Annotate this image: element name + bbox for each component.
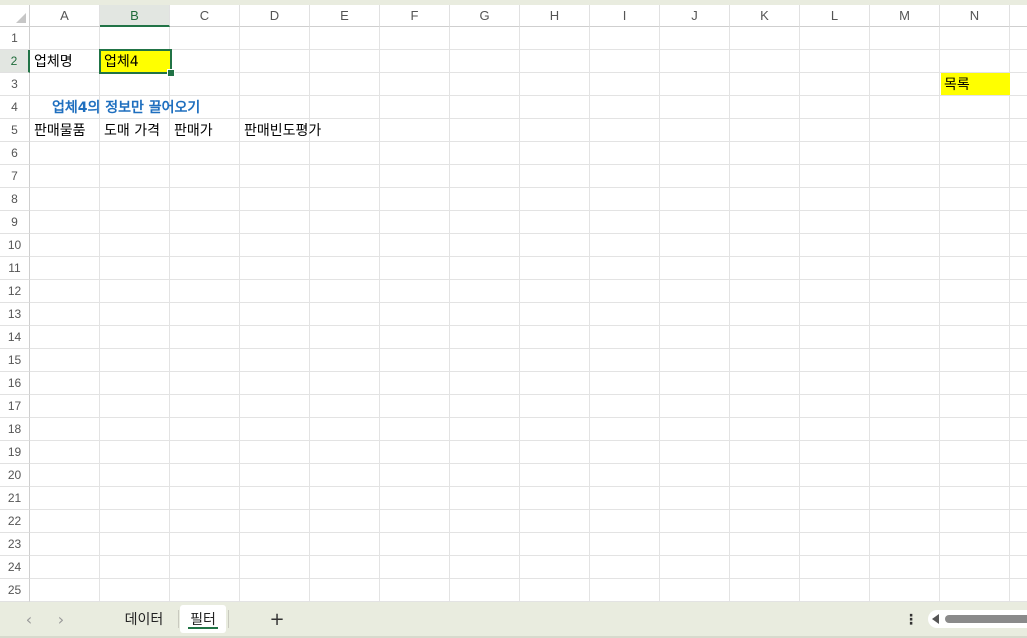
row-header-6[interactable]: 6 [0,142,30,165]
tab-separator [228,610,229,628]
row-header-15[interactable]: 15 [0,349,30,372]
column-gridline [659,27,660,602]
column-header-j[interactable]: J [660,5,730,27]
column-gridline [939,27,940,602]
row-gridline [30,463,1027,464]
column-header-f[interactable]: F [380,5,450,27]
column-header-g[interactable]: G [450,5,520,27]
cell-c5[interactable]: 판매가 [171,119,240,141]
corner-triangle-icon [16,13,26,23]
sheet-tab-bar: ‹ › 데이터 필터 + ⋮ [0,602,1027,636]
column-header-b[interactable]: B [100,5,170,27]
row-gridline [30,509,1027,510]
column-gridline [869,27,870,602]
row-header-23[interactable]: 23 [0,533,30,556]
column-header-d[interactable]: D [240,5,310,27]
row-gridline [30,532,1027,533]
row-gridline [30,302,1027,303]
row-header-22[interactable]: 22 [0,510,30,533]
cell-a2[interactable]: 업체명 [31,50,100,72]
row-gridline [30,440,1027,441]
active-tab-underline [188,627,218,629]
row-gridline [30,417,1027,418]
row-header-7[interactable]: 7 [0,165,30,188]
row-gridline [30,233,1027,234]
column-header-i[interactable]: I [590,5,660,27]
column-header-k[interactable]: K [730,5,800,27]
row-header-13[interactable]: 13 [0,303,30,326]
column-header-overflow [1010,5,1027,27]
add-sheet-button[interactable]: + [266,607,288,631]
row-gridline [30,394,1027,395]
row-header-16[interactable]: 16 [0,372,30,395]
cell-d5[interactable]: 판매빈도평가 [241,119,361,141]
column-gridline [1009,27,1010,602]
row-gridline [30,210,1027,211]
more-options-icon[interactable]: ⋮ [904,609,918,631]
row-header-3[interactable]: 3 [0,73,30,96]
fill-handle[interactable] [167,69,175,77]
scrollbar-thumb[interactable] [945,615,1027,623]
row-header-20[interactable]: 20 [0,464,30,487]
row-gridline [30,141,1027,142]
row-gridline [30,49,1027,50]
column-header-n[interactable]: N [940,5,1010,27]
row-header-8[interactable]: 8 [0,188,30,211]
column-header-l[interactable]: L [800,5,870,27]
column-header-h[interactable]: H [520,5,590,27]
prev-sheet-button[interactable]: ‹ [18,608,40,630]
row-header-4[interactable]: 4 [0,96,30,119]
column-gridline [729,27,730,602]
sheet-tab-label: 데이터 [124,612,164,628]
row-header-18[interactable]: 18 [0,418,30,441]
row-header-21[interactable]: 21 [0,487,30,510]
sheet-tab-filter[interactable]: 필터 [180,605,226,633]
row-gridline [30,555,1027,556]
row-header-9[interactable]: 9 [0,211,30,234]
row-header-5[interactable]: 5 [0,119,30,142]
sheet-tab-data[interactable]: 데이터 [112,605,176,633]
row-header-25[interactable]: 25 [0,579,30,602]
row-gridline [30,256,1027,257]
column-gridline [519,27,520,602]
row-header-1[interactable]: 1 [0,27,30,50]
row-gridline [30,371,1027,372]
column-gridline [589,27,590,602]
column-header-a[interactable]: A [30,5,100,27]
row-gridline [30,325,1027,326]
spreadsheet-grid[interactable]: ABCDEFGHIJKLMN 1 2 3 4 5 6 7 8 9 10 11 12 13 14 15 16 17… [0,5,1027,602]
column-gridline [799,27,800,602]
row-gridline [30,279,1027,280]
row-gridline [30,348,1027,349]
column-header-m[interactable]: M [870,5,940,27]
row-header-2[interactable]: 2 [0,50,30,73]
row-header-11[interactable]: 11 [0,257,30,280]
row-header-17[interactable]: 17 [0,395,30,418]
row-header-14[interactable]: 14 [0,326,30,349]
column-header-c[interactable]: C [170,5,240,27]
cell-a4-title[interactable]: 업체4의 정보만 끌어오기 [49,96,349,118]
cell-n3[interactable]: 목록 [941,73,1010,95]
scroll-left-icon[interactable] [932,614,939,624]
row-gridline [30,187,1027,188]
row-gridline [30,486,1027,487]
cell-b2[interactable]: 업체4 [101,50,170,72]
row-gridline [30,578,1027,579]
horizontal-scrollbar[interactable] [928,610,1027,628]
row-header-24[interactable]: 24 [0,556,30,579]
column-gridline [379,27,380,602]
column-header-e[interactable]: E [310,5,380,27]
select-all-corner[interactable] [0,5,30,27]
tab-separator [178,610,179,628]
sheet-tab-label: 필터 [190,612,216,628]
column-gridline [449,27,450,602]
row-gridline [30,164,1027,165]
row-header-19[interactable]: 19 [0,441,30,464]
row-header-10[interactable]: 10 [0,234,30,257]
row-gridline [30,72,1027,73]
cell-b5[interactable]: 도매 가격 [101,119,170,141]
cell-a5[interactable]: 판매물품 [31,119,100,141]
next-sheet-button[interactable]: › [50,608,72,630]
row-header-12[interactable]: 12 [0,280,30,303]
